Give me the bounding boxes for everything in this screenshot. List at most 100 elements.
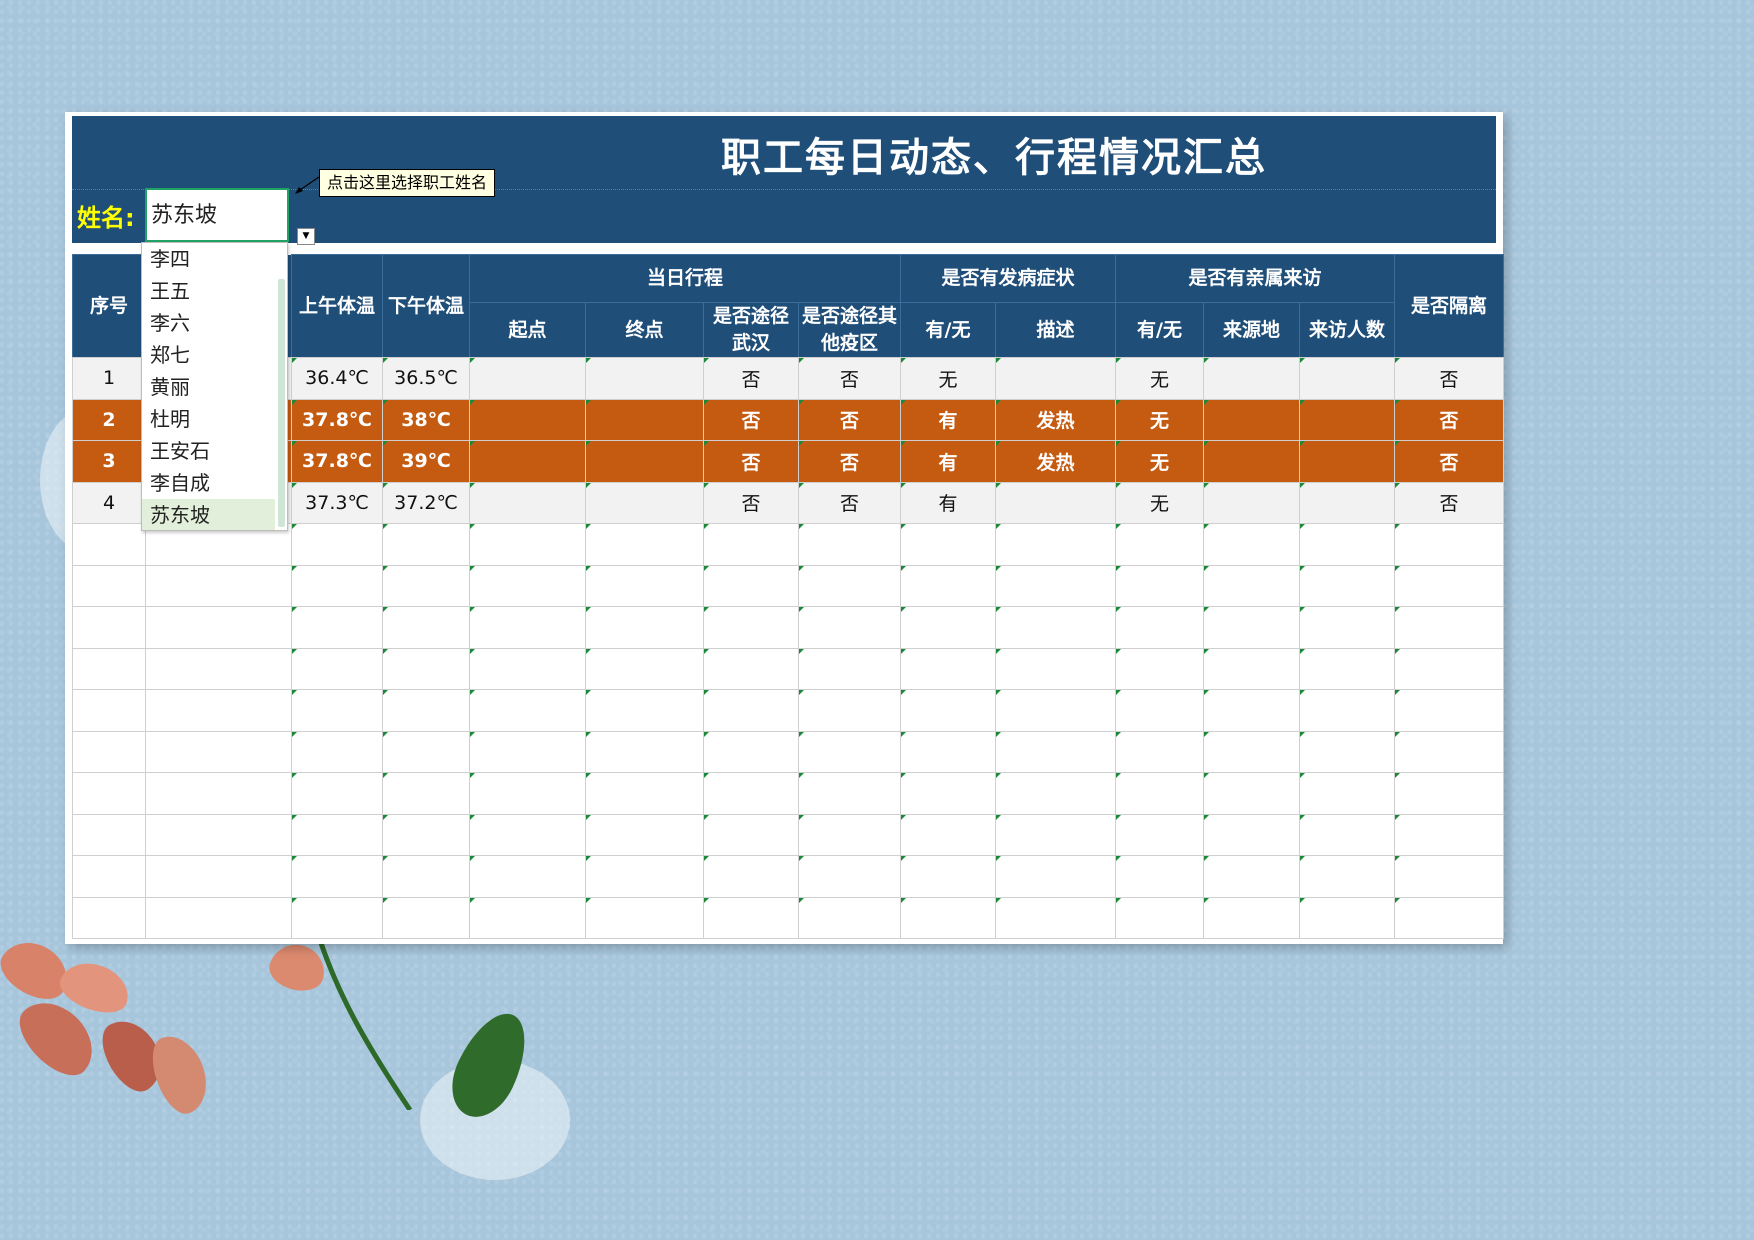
- table-cell[interactable]: 2: [72, 398, 146, 441]
- table-cell[interactable]: [1115, 647, 1204, 690]
- table-cell[interactable]: [1394, 896, 1504, 939]
- table-cell[interactable]: 无: [1115, 398, 1204, 441]
- table-cell[interactable]: [900, 564, 996, 607]
- table-cell[interactable]: 无: [1115, 440, 1204, 483]
- table-cell[interactable]: [469, 564, 586, 607]
- table-cell[interactable]: [1394, 855, 1504, 898]
- table-cell[interactable]: 无: [900, 357, 996, 400]
- table-cell[interactable]: [1394, 813, 1504, 856]
- table-cell[interactable]: 否: [703, 481, 799, 524]
- table-cell[interactable]: [798, 813, 901, 856]
- table-cell[interactable]: [1299, 357, 1395, 400]
- table-cell[interactable]: [72, 523, 146, 566]
- table-cell[interactable]: 无: [1115, 481, 1204, 524]
- table-cell[interactable]: [585, 689, 704, 732]
- table-cell[interactable]: [585, 357, 704, 400]
- table-cell[interactable]: [703, 813, 799, 856]
- table-cell[interactable]: 否: [703, 440, 799, 483]
- table-cell[interactable]: 37.8℃: [291, 398, 383, 441]
- table-cell[interactable]: [798, 523, 901, 566]
- table-cell[interactable]: [145, 564, 292, 607]
- table-cell[interactable]: [469, 523, 586, 566]
- dropdown-option[interactable]: 王安石: [142, 435, 275, 467]
- table-cell[interactable]: [798, 689, 901, 732]
- table-cell[interactable]: [72, 772, 146, 815]
- table-cell[interactable]: [469, 772, 586, 815]
- table-cell[interactable]: [145, 689, 292, 732]
- table-cell[interactable]: [703, 855, 799, 898]
- table-cell[interactable]: [703, 564, 799, 607]
- table-cell[interactable]: [703, 523, 799, 566]
- table-cell[interactable]: [798, 606, 901, 649]
- name-select-cell[interactable]: 苏东坡: [145, 188, 289, 242]
- dropdown-option[interactable]: 李自成: [142, 467, 275, 499]
- table-cell[interactable]: [1115, 772, 1204, 815]
- table-cell[interactable]: [469, 730, 586, 773]
- table-cell[interactable]: [798, 855, 901, 898]
- table-cell[interactable]: 有: [900, 440, 996, 483]
- table-cell[interactable]: [900, 647, 996, 690]
- table-cell[interactable]: 否: [1394, 357, 1504, 400]
- table-cell[interactable]: [703, 772, 799, 815]
- dropdown-option[interactable]: 王五: [142, 275, 275, 307]
- table-cell[interactable]: [469, 606, 586, 649]
- table-cell[interactable]: [995, 772, 1116, 815]
- table-cell[interactable]: [1299, 440, 1395, 483]
- table-cell[interactable]: [1203, 440, 1300, 483]
- table-cell[interactable]: [1115, 606, 1204, 649]
- table-cell[interactable]: [382, 855, 470, 898]
- table-cell[interactable]: [995, 357, 1116, 400]
- table-cell[interactable]: [1394, 523, 1504, 566]
- dropdown-option[interactable]: 杜明: [142, 403, 275, 435]
- table-cell[interactable]: [1203, 481, 1300, 524]
- table-cell[interactable]: [1299, 730, 1395, 773]
- table-cell[interactable]: 否: [798, 398, 901, 441]
- table-cell[interactable]: 否: [703, 398, 799, 441]
- table-cell[interactable]: [585, 440, 704, 483]
- table-cell[interactable]: [72, 813, 146, 856]
- table-cell[interactable]: [72, 855, 146, 898]
- dropdown-option[interactable]: 郑七: [142, 339, 275, 371]
- table-cell[interactable]: 38℃: [382, 398, 470, 441]
- table-cell[interactable]: [995, 647, 1116, 690]
- table-cell[interactable]: [469, 647, 586, 690]
- table-cell[interactable]: [1299, 689, 1395, 732]
- table-cell[interactable]: [900, 896, 996, 939]
- table-cell[interactable]: [1115, 689, 1204, 732]
- table-cell[interactable]: [1299, 647, 1395, 690]
- table-cell[interactable]: 否: [1394, 481, 1504, 524]
- table-cell[interactable]: [1299, 398, 1395, 441]
- table-cell[interactable]: [291, 606, 383, 649]
- table-cell[interactable]: [585, 606, 704, 649]
- table-cell[interactable]: [145, 730, 292, 773]
- table-cell[interactable]: 36.5℃: [382, 357, 470, 400]
- table-cell[interactable]: [291, 813, 383, 856]
- table-cell[interactable]: 1: [72, 357, 146, 400]
- table-cell[interactable]: [1203, 772, 1300, 815]
- table-cell[interactable]: [72, 564, 146, 607]
- table-cell[interactable]: [1299, 564, 1395, 607]
- table-cell[interactable]: [900, 730, 996, 773]
- table-cell[interactable]: 37.3℃: [291, 481, 383, 524]
- table-cell[interactable]: [145, 813, 292, 856]
- table-cell[interactable]: [382, 564, 470, 607]
- table-cell[interactable]: [382, 523, 470, 566]
- table-cell[interactable]: [145, 647, 292, 690]
- table-cell[interactable]: [382, 813, 470, 856]
- table-cell[interactable]: [995, 481, 1116, 524]
- table-cell[interactable]: [382, 896, 470, 939]
- table-cell[interactable]: [1394, 564, 1504, 607]
- table-cell[interactable]: [145, 855, 292, 898]
- table-cell[interactable]: [703, 647, 799, 690]
- table-cell[interactable]: 否: [798, 440, 901, 483]
- table-cell[interactable]: [1299, 855, 1395, 898]
- table-cell[interactable]: [1394, 772, 1504, 815]
- dropdown-option[interactable]: 苏东坡: [142, 499, 275, 530]
- table-cell[interactable]: [1299, 772, 1395, 815]
- table-cell[interactable]: [72, 730, 146, 773]
- table-cell[interactable]: [1299, 523, 1395, 566]
- table-cell[interactable]: [703, 606, 799, 649]
- table-cell[interactable]: [145, 772, 292, 815]
- table-cell[interactable]: [585, 896, 704, 939]
- table-cell[interactable]: [1203, 855, 1300, 898]
